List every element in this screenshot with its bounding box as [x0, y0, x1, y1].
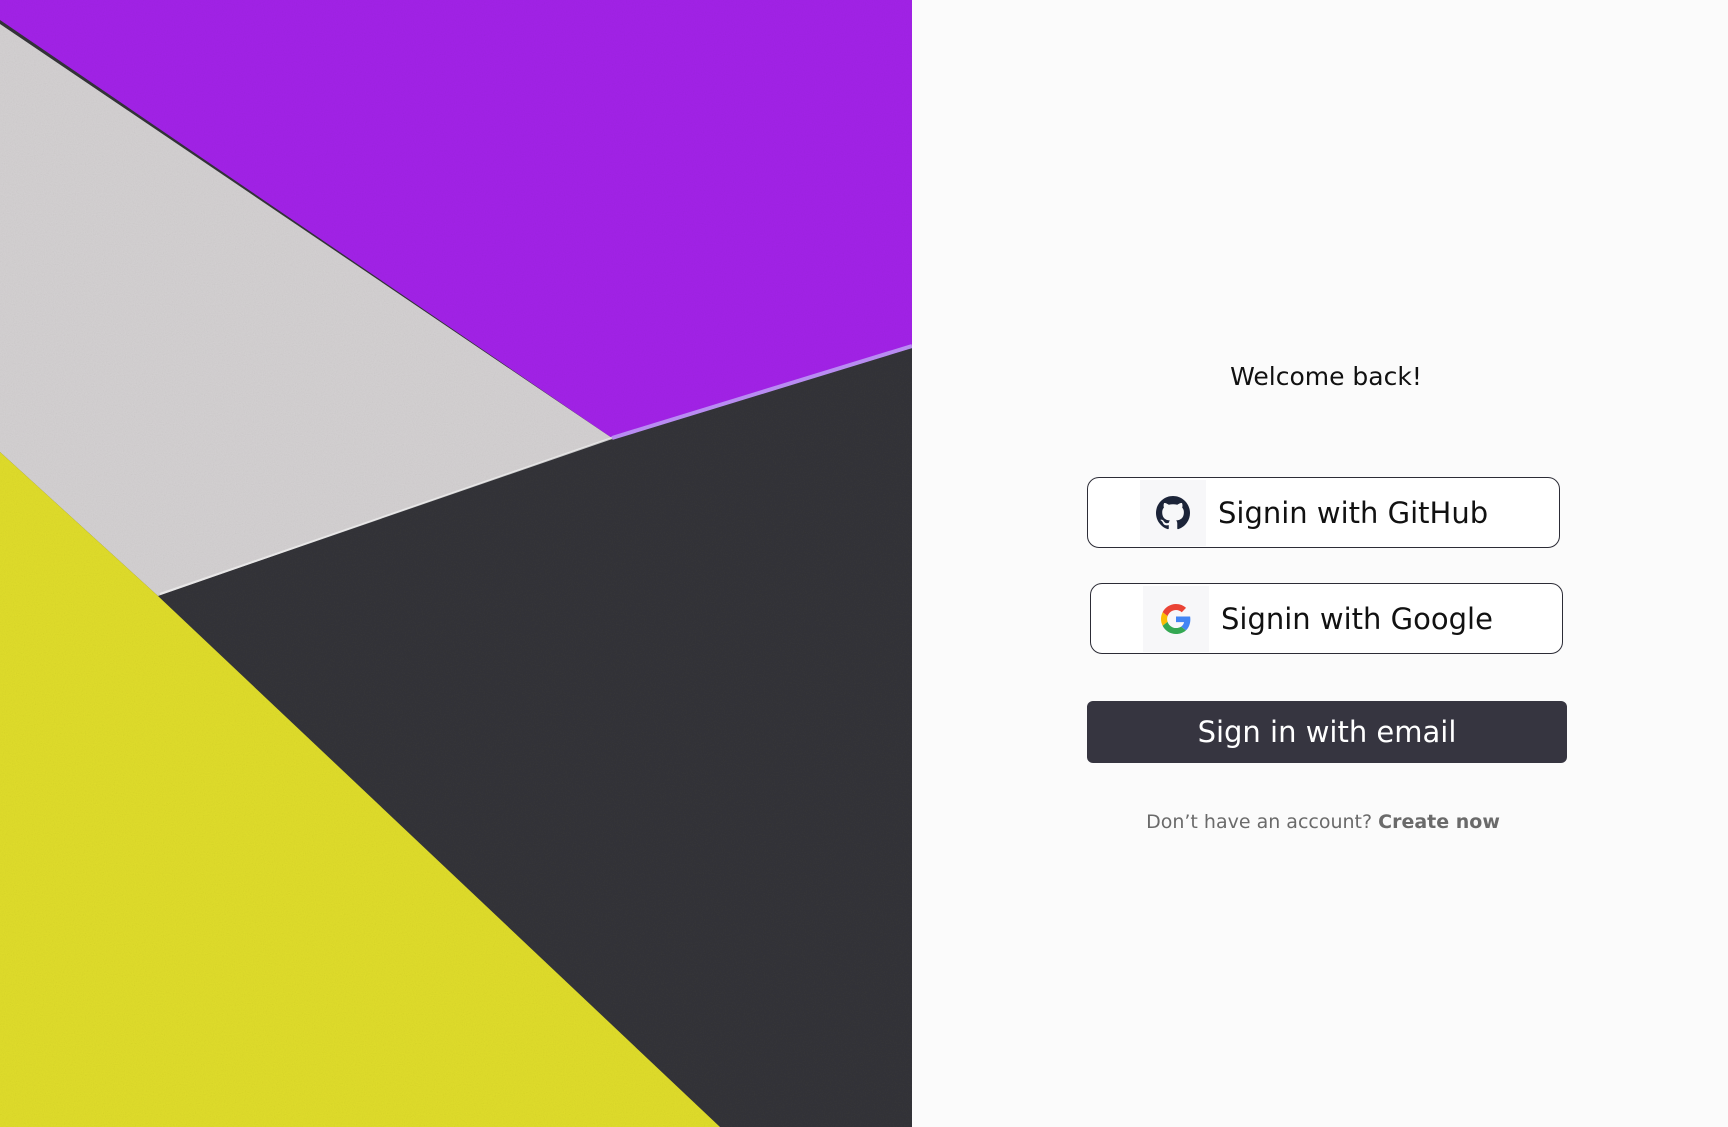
abstract-paper-art — [0, 0, 912, 1127]
github-icon — [1140, 479, 1206, 546]
github-signin-label: Signin with GitHub — [1218, 495, 1489, 530]
google-icon — [1143, 585, 1209, 652]
signup-prompt: Don’t have an account? Create now — [912, 811, 1728, 833]
google-signin-label: Signin with Google — [1221, 601, 1493, 636]
create-account-link[interactable]: Create now — [1378, 811, 1500, 833]
google-signin-button[interactable]: Signin with Google — [1090, 583, 1563, 654]
login-panel: Welcome back! Signin with GitHub Signin … — [912, 0, 1728, 1127]
github-signin-button[interactable]: Signin with GitHub — [1087, 477, 1560, 548]
github-icon-glyph — [1156, 495, 1190, 529]
email-signin-button[interactable]: Sign in with email — [1087, 701, 1567, 763]
signup-prompt-text: Don’t have an account? — [1146, 811, 1373, 833]
welcome-heading: Welcome back! — [1230, 362, 1422, 391]
login-page: Welcome back! Signin with GitHub Signin … — [0, 0, 1728, 1127]
hero-image — [0, 0, 912, 1127]
google-icon-glyph — [1161, 603, 1191, 634]
